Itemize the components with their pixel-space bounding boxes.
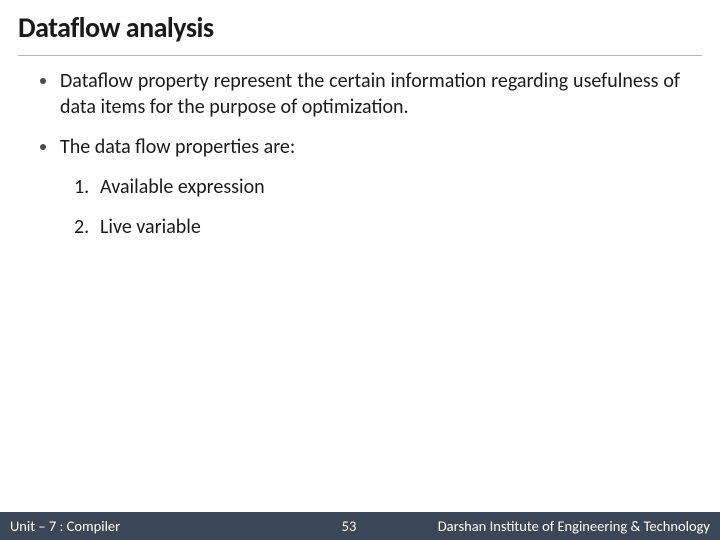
bullet-text: Dataflow property represent the certain … (60, 68, 680, 120)
bullet-item: Dataflow property represent the certain … (40, 68, 680, 120)
list-text: Live variable (100, 214, 201, 240)
list-item: 2. Live variable (74, 214, 680, 240)
list-number: 2. (74, 214, 100, 240)
title-block: Dataflow analysis (0, 0, 720, 51)
list-number: 1. (74, 174, 100, 200)
footer-bar: Unit – 7 : Compiler 53 Darshan Institute… (0, 512, 720, 540)
slide: Dataflow analysis Dataflow property repr… (0, 0, 720, 540)
bullet-text: The data flow properties are: (60, 134, 295, 160)
footer-left: Unit – 7 : Compiler (10, 517, 120, 535)
numbered-list: 1. Available expression 2. Live variable (40, 174, 680, 240)
bullet-item: The data flow properties are: (40, 134, 680, 160)
slide-title: Dataflow analysis (18, 10, 702, 45)
bullet-dot-icon (40, 144, 46, 150)
list-text: Available expression (100, 174, 265, 200)
bullet-dot-icon (40, 78, 46, 84)
slide-body: Dataflow property represent the certain … (0, 56, 720, 540)
footer-right: Darshan Institute of Engineering & Techn… (438, 517, 710, 535)
footer-page: 53 (120, 517, 438, 535)
list-item: 1. Available expression (74, 174, 680, 200)
